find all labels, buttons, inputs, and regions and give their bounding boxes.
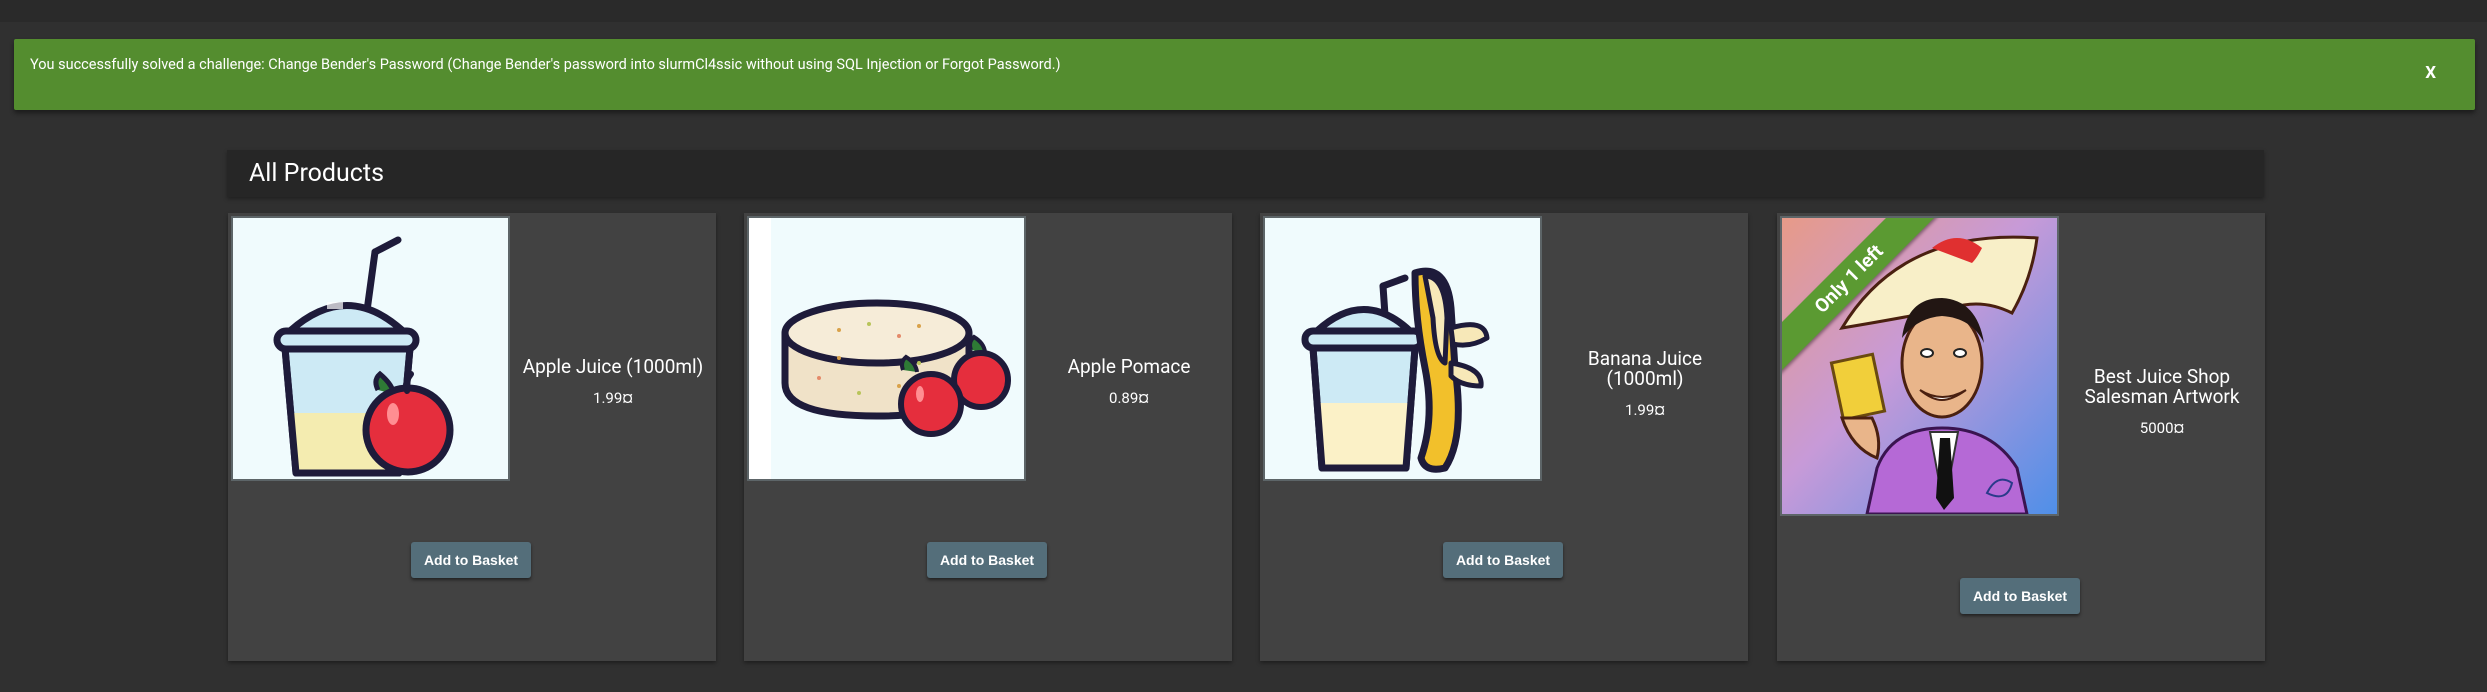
stock-ribbon: Only 1 left (1782, 218, 1952, 388)
product-card-banana-juice: Banana Juice (1000ml) 1.99¤ Add to Baske… (1260, 213, 1748, 661)
product-image-apple-juice[interactable] (231, 216, 510, 481)
product-name: Best Juice Shop Salesman Artwork (2084, 365, 2240, 408)
page-title: All Products (249, 159, 384, 188)
product-info-banana-juice: Banana Juice (1000ml) 1.99¤ (1542, 347, 1748, 420)
product-name: Banana Juice (1000ml) (1587, 347, 1703, 390)
product-price: 0.89¤ (1109, 389, 1149, 407)
add-to-basket-button[interactable]: Add to Basket (927, 542, 1047, 578)
products-heading-bar: All Products (227, 150, 2264, 197)
only-one-left-ribbon: Only 1 left (1782, 218, 1950, 380)
apple-pomace-icon (749, 218, 1011, 479)
product-name: Apple Pomace (1067, 355, 1191, 378)
product-price: 5000¤ (2139, 419, 2185, 437)
product-card-apple-pomace: Apple Pomace 0.89¤ Add to Basket (744, 213, 1232, 661)
product-image-apple-pomace[interactable] (747, 216, 1026, 481)
challenge-solved-banner: You successfully solved a challenge: Cha… (14, 39, 2475, 110)
product-info-salesman-artwork: Best Juice Shop Salesman Artwork 5000¤ (2059, 365, 2265, 438)
apple-juice-icon (273, 236, 454, 477)
product-price: 1.99¤ (593, 389, 633, 407)
add-to-basket-button[interactable]: Add to Basket (1960, 578, 2080, 614)
product-image-banana-juice[interactable] (1263, 216, 1542, 481)
product-card-salesman-artwork: Only 1 left Best Juice Shop Salesman Art… (1777, 213, 2265, 661)
banner-close-button[interactable]: X (2425, 63, 2436, 83)
add-to-basket-button[interactable]: Add to Basket (1443, 542, 1563, 578)
product-info-apple-pomace: Apple Pomace 0.89¤ (1026, 355, 1232, 408)
product-price: 1.99¤ (1625, 401, 1665, 419)
add-to-basket-button[interactable]: Add to Basket (411, 542, 531, 578)
product-image-salesman-artwork[interactable]: Only 1 left (1780, 216, 2059, 516)
product-card-apple-juice: Apple Juice (1000ml) 1.99¤ Add to Basket (228, 213, 716, 661)
banner-message: You successfully solved a challenge: Cha… (30, 56, 1061, 73)
banana-juice-icon (1301, 267, 1490, 473)
product-name: Apple Juice (1000ml) (522, 355, 704, 378)
toolbar-strip (0, 0, 2487, 22)
product-info-apple-juice: Apple Juice (1000ml) 1.99¤ (510, 355, 716, 408)
